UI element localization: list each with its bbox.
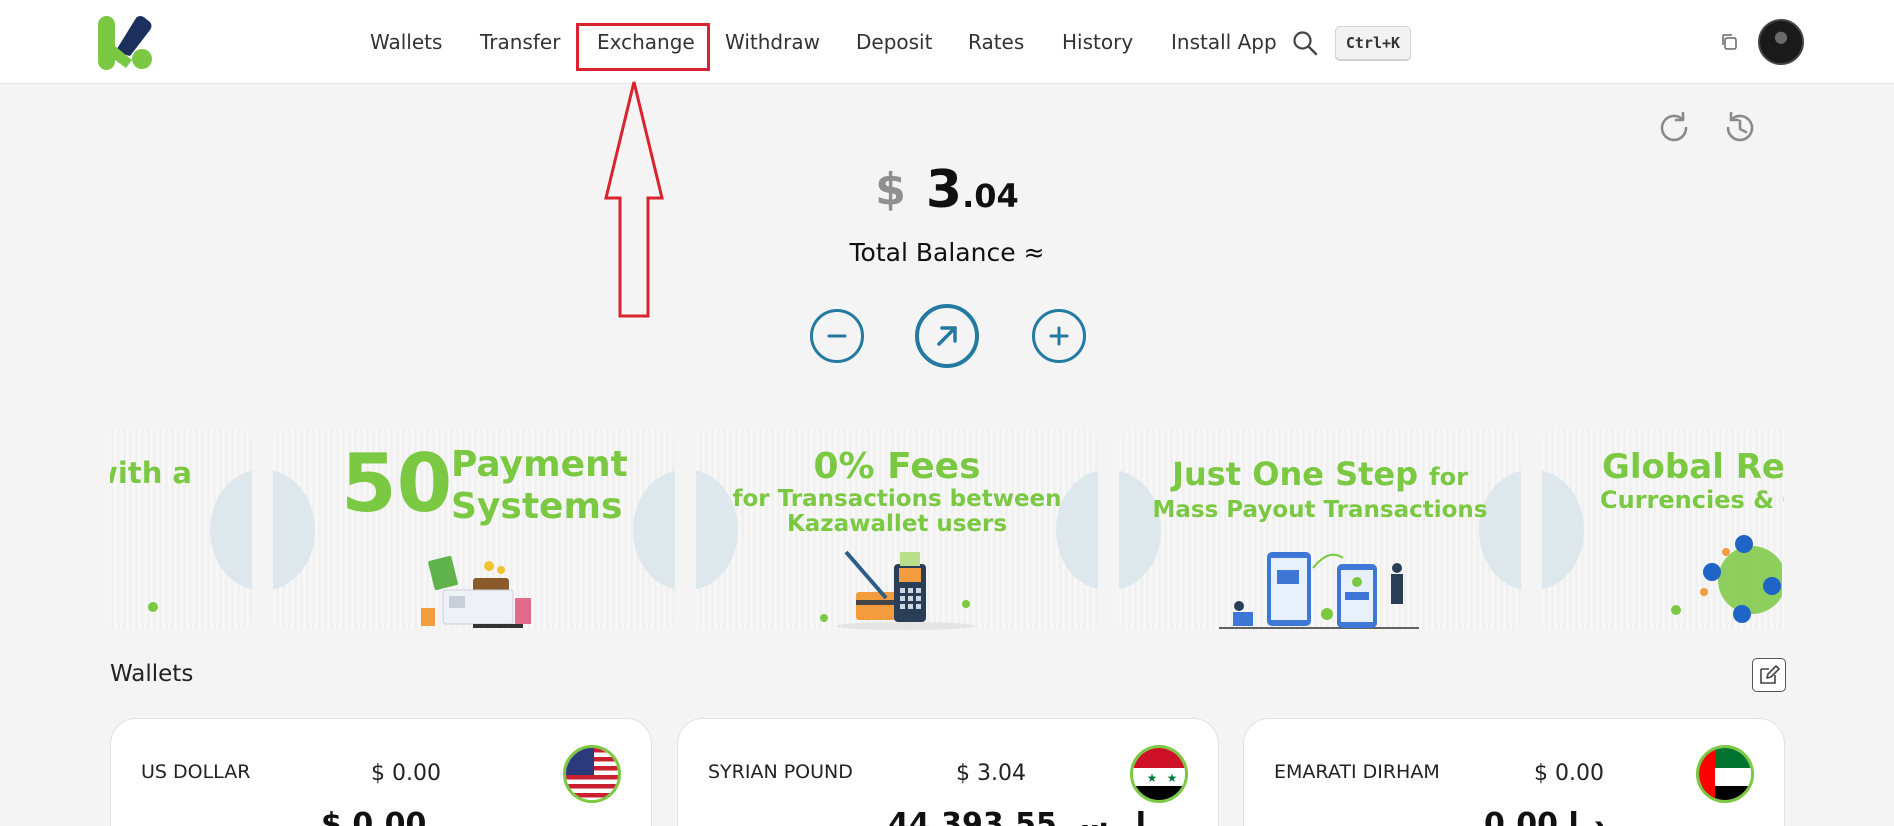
refresh-icon[interactable] [1656,110,1692,146]
withdraw-button[interactable] [810,309,864,363]
svg-text:★: ★ [1147,771,1158,785]
svg-text:★: ★ [1167,771,1178,785]
global-currencies-illustration-icon [1671,535,1782,623]
total-balance-label: Total Balance ≈ [849,238,1045,267]
wallet-balance: ل.س 44,393.55 [888,807,1147,826]
promo-banner[interactable]: 0% Fees for Transactions between Kazawal… [696,430,1098,630]
promo-carousel[interactable]: with a 50 Payment Systems 0% Fees for Tr… [110,428,1784,632]
deposit-button[interactable] [1032,309,1086,363]
nav-transfer[interactable]: Transfer [480,30,560,54]
balance-decimal: .04 [962,177,1019,215]
kazawallet-logo[interactable] [96,16,152,70]
mass-payout-illustration-icon [1219,552,1419,629]
wallet-card-usd[interactable]: US DOLLAR $ 0.00 $ 0.00 [110,718,652,826]
wallet-card-aed[interactable]: EMARATI DIRHAM $ 0.00 د.إ 0.00 [1243,718,1785,826]
plus-icon [1049,326,1069,346]
edit-wallets-button[interactable] [1752,658,1786,692]
banner-subline: Currencies & C [1600,486,1784,514]
nav-install-app[interactable]: Install App [1171,30,1277,54]
banner-big-number: 50 [341,437,453,530]
banner-subline: Systems [451,486,623,527]
promo-banner[interactable]: Just One Step for Mass Payout Transactio… [1119,430,1521,630]
uae-flag-icon [1696,745,1754,803]
wallet-usd-value: $ 0.00 [1534,761,1604,786]
user-avatar[interactable] [1758,19,1804,65]
payment-illustration-icon [421,555,531,628]
search-shortcut-hint: Ctrl+K [1335,26,1411,60]
arrow-up-right-icon [937,326,957,346]
banner-subline-2: Kazawallet users [786,511,1008,537]
wallet-currency-name: US DOLLAR [141,761,251,783]
us-flag-icon [563,745,621,803]
nav-wallets[interactable]: Wallets [370,30,442,54]
banner-headline: 0% Fees [813,446,981,487]
wallet-balance: د.إ 0.00 [1484,807,1606,826]
wallet-usd-value: $ 0.00 [371,761,441,786]
nav-exchange[interactable]: Exchange [597,30,695,54]
banner-subline: Mass Payout Transactions [1152,497,1488,523]
banner-headline-main: Just One Step [1172,455,1419,493]
wallet-usd-value: $ 3.04 [956,761,1026,786]
copy-icon[interactable] [1720,33,1738,51]
history-clock-icon[interactable] [1722,110,1758,146]
total-balance-amount: $3.04 [0,160,1894,220]
pos-terminal-illustration-icon [820,550,976,630]
syria-flag-icon: ★ ★ [1130,745,1188,803]
nav-history[interactable]: History [1062,30,1133,54]
search-icon[interactable] [1292,30,1318,56]
banner-headline: with a [110,456,192,490]
nav-deposit[interactable]: Deposit [856,30,932,54]
edit-pencil-icon [1760,665,1780,684]
banner-subline: for Transactions between [732,486,1062,512]
promo-banner[interactable]: with a [110,430,252,630]
wallet-currency-name: SYRIAN POUND [708,761,853,783]
wallets-section-title: Wallets [110,661,194,687]
send-button[interactable] [915,304,979,368]
banner-headline: Payment [451,444,628,485]
banner-headline: Just One Step for [1119,455,1521,493]
promo-banner[interactable]: 50 Payment Systems [273,430,675,630]
nav-withdraw[interactable]: Withdraw [725,30,820,54]
banner-headline-suffix: for [1429,463,1468,491]
top-navbar: Wallets Transfer Exchange Withdraw Depos… [0,0,1894,84]
wallet-balance: $ 0.00 [321,807,427,826]
balance-integer: 3 [925,160,963,220]
nav-rates[interactable]: Rates [968,30,1024,54]
balance-currency-symbol: $ [875,164,906,215]
banner-headline: Global Rea [1602,447,1784,487]
minus-icon [827,334,847,338]
promo-banner[interactable]: Global Rea Currencies & C [1542,430,1784,630]
wallet-card-syp[interactable]: SYRIAN POUND $ 3.04 ل.س 44,393.55 ★ ★ [677,718,1219,826]
wallet-currency-name: EMARATI DIRHAM [1274,761,1440,783]
